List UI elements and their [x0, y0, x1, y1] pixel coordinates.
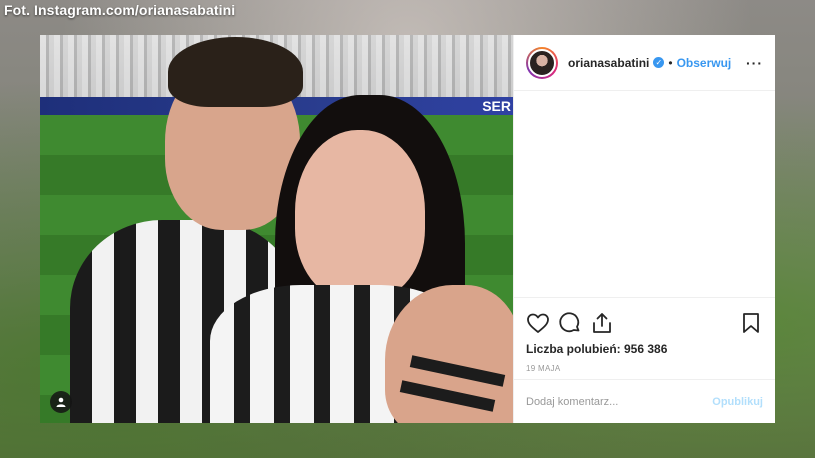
post-sidebar: orianasabatini ✓ • Obserwuj ··· Liczba p… — [513, 35, 775, 423]
avatar[interactable] — [526, 46, 558, 79]
post-header: orianasabatini ✓ • Obserwuj ··· — [514, 35, 775, 91]
follow-button[interactable]: Obserwuj — [677, 56, 732, 70]
banner-text: SER — [482, 98, 511, 114]
instagram-post: SER orianasabatini ✓ • Obserwuj ··· Licz… — [40, 35, 775, 423]
avatar-image — [528, 48, 556, 77]
username-link[interactable]: orianasabatini — [568, 56, 649, 70]
bookmark-icon[interactable] — [739, 311, 763, 335]
post-photo[interactable]: SER — [40, 35, 513, 423]
publish-button[interactable]: Opublikuj — [712, 396, 763, 408]
more-options-icon[interactable]: ··· — [746, 55, 763, 71]
post-actions: Liczba polubień: 956 386 19 MAJA — [514, 297, 775, 379]
comment-input[interactable] — [526, 395, 713, 408]
separator-dot: • — [668, 55, 673, 70]
comment-form: Opublikuj — [514, 379, 775, 423]
likes-count[interactable]: Liczba polubień: 956 386 — [526, 342, 763, 356]
man-hair — [168, 37, 303, 107]
comment-bubble-icon[interactable] — [558, 311, 582, 335]
photo-credit: Fot. Instagram.com/orianasabatini — [4, 2, 236, 18]
share-icon[interactable] — [590, 311, 614, 335]
verified-badge-icon: ✓ — [653, 57, 665, 68]
tagged-users-icon[interactable] — [50, 391, 72, 413]
comments-area — [514, 91, 775, 297]
woman-face — [295, 130, 425, 300]
post-date[interactable]: 19 MAJA — [526, 364, 763, 373]
like-heart-icon[interactable] — [526, 311, 550, 335]
